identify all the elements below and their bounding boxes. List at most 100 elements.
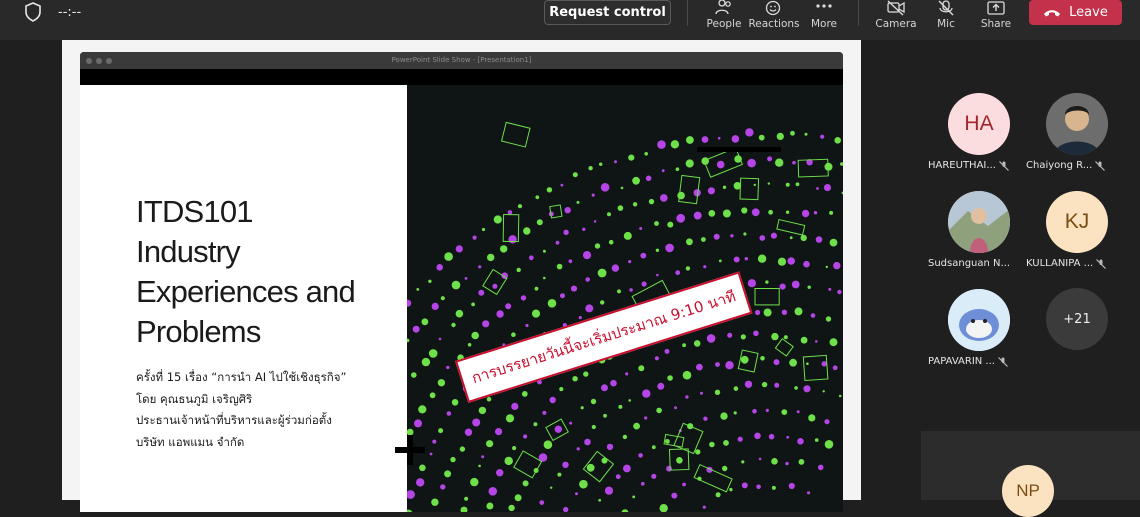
decorative-dot — [682, 483, 686, 487]
decorative-dot — [808, 286, 811, 289]
featured-participant-tile[interactable]: NP — [921, 431, 1140, 500]
decorative-dot — [820, 135, 824, 139]
decorative-dot — [464, 497, 468, 501]
window-zoom-dot[interactable] — [106, 58, 112, 64]
decorative-dot — [628, 399, 631, 402]
window-minimize-dot[interactable] — [96, 58, 102, 64]
participant-tile[interactable]: PAPAVARIN ... — [928, 281, 1028, 363]
decorative-dot — [496, 469, 503, 476]
decorative-dot — [500, 245, 507, 252]
decorative-dot — [407, 300, 411, 307]
decorative-dot — [771, 333, 778, 340]
cartoon-avatar-icon — [948, 289, 1010, 351]
decorative-dot — [799, 459, 805, 465]
decorative-dot — [438, 379, 445, 386]
decorative-dot — [555, 426, 562, 433]
decorative-dot — [686, 136, 694, 144]
decorative-dot — [745, 128, 753, 136]
decorative-dot — [550, 487, 552, 489]
share-button[interactable]: Share — [968, 0, 1024, 36]
decorative-dot — [577, 447, 580, 450]
more-button[interactable]: More — [796, 0, 852, 36]
participant-tile[interactable]: Sudsanguan N... — [928, 183, 1028, 265]
decorative-dot — [786, 211, 789, 214]
decorative-dot — [465, 429, 472, 436]
decorative-dot — [598, 499, 601, 502]
shield-icon[interactable] — [24, 2, 42, 22]
decorative-dot — [825, 440, 834, 449]
decorative-dot — [592, 425, 596, 429]
decorative-dot — [430, 392, 436, 398]
decorative-dot — [468, 343, 472, 347]
people-button[interactable]: People — [696, 0, 752, 36]
decorative-dot — [824, 184, 831, 191]
decorative-dot — [629, 288, 633, 292]
slide-subtitle: ครั้งที่ 15 เรื่อง “การนำ AI ไปใช้เชิงธุ… — [136, 367, 406, 453]
decorative-dot — [774, 359, 780, 365]
decorative-dot — [621, 187, 624, 190]
decorative-dot — [505, 303, 511, 309]
decorative-dot — [747, 159, 756, 168]
mic-button[interactable]: Mic — [918, 0, 974, 36]
request-control-button[interactable]: Request control — [544, 0, 671, 25]
decorative-dot — [725, 361, 733, 369]
decorative-dot — [535, 195, 539, 199]
decorative-dot — [563, 230, 568, 235]
decorative-dot — [523, 227, 530, 234]
decorative-dot — [512, 446, 516, 450]
decorative-dot — [792, 281, 800, 289]
slide-graphic-panel — [407, 85, 843, 512]
participant-tile[interactable]: KJ KULLANIPA ... — [1026, 183, 1126, 265]
decorative-dot — [450, 457, 455, 462]
decorative-dot — [563, 507, 568, 512]
decorative-dot — [723, 440, 729, 446]
decorative-dot — [559, 387, 563, 391]
decorative-dot — [557, 473, 561, 477]
decorative-dot — [587, 464, 595, 472]
decorative-dot — [492, 284, 497, 289]
decorative-dot — [428, 280, 431, 283]
decorative-dot — [447, 411, 452, 416]
participant-tile[interactable]: HA HAREUTHAI... — [928, 85, 1028, 167]
participant-tile[interactable]: Chaiyong R... — [1026, 85, 1126, 167]
slide-title-line: Experiences and — [136, 272, 406, 312]
decorative-dot — [471, 303, 475, 307]
decorative-dot — [638, 453, 643, 458]
decorative-dot — [624, 232, 632, 240]
decorative-dot — [818, 465, 824, 471]
slide-title-line: Problems — [136, 312, 406, 352]
decorative-dot — [671, 140, 679, 148]
decorative-dot — [482, 228, 485, 231]
decorative-dot — [548, 299, 557, 308]
decorative-dot — [786, 183, 790, 187]
decorative-dot — [702, 136, 709, 143]
decorative-dot — [571, 286, 577, 292]
decorative-dot — [618, 405, 622, 409]
decorative-dot — [407, 339, 409, 343]
decorative-dot — [743, 232, 746, 235]
decorative-dot — [478, 465, 481, 468]
decorative-dot — [676, 214, 685, 223]
decorative-dot — [657, 140, 666, 149]
camera-button[interactable]: Camera — [868, 0, 924, 36]
decorative-dot — [745, 381, 752, 388]
decorative-dot — [656, 249, 659, 252]
decorative-dot — [764, 309, 772, 317]
mic-muted-icon — [1096, 259, 1106, 269]
leave-button[interactable]: Leave — [1029, 0, 1122, 25]
decorative-dot — [777, 133, 784, 140]
mic-off-icon — [937, 0, 955, 16]
decorative-dot — [561, 184, 564, 187]
decorative-dot — [741, 207, 747, 213]
decorative-dot — [742, 482, 748, 488]
decorative-building-outline — [502, 122, 530, 147]
more-participants-button[interactable]: +21 — [1046, 288, 1108, 350]
reactions-button[interactable]: Reactions — [746, 0, 802, 36]
decorative-dot — [436, 264, 443, 271]
participant-name: HAREUTHAI... — [928, 160, 996, 171]
window-close-dot[interactable] — [86, 58, 92, 64]
decorative-dot — [665, 349, 670, 354]
decorative-dot — [734, 411, 737, 414]
decorative-dot — [811, 313, 816, 318]
decorative-dot — [694, 340, 701, 347]
